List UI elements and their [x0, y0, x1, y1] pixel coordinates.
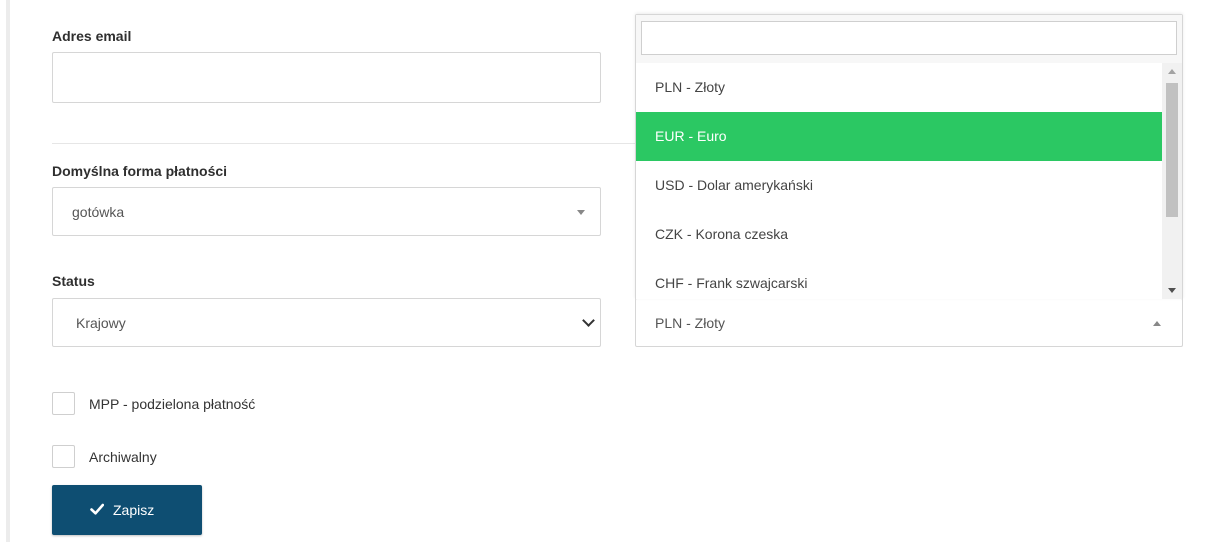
currency-dropdown: PLN - Złoty EUR - Euro USD - Dolar amery… [635, 14, 1183, 299]
section-divider [52, 143, 652, 144]
currency-search-input[interactable] [641, 21, 1177, 55]
mpp-label: MPP - podzielona płatność [89, 396, 256, 412]
payment-method-label: Domyślna forma płatności [52, 163, 228, 179]
scroll-down-icon[interactable] [1168, 288, 1176, 293]
dropdown-scrollbar[interactable] [1162, 63, 1182, 299]
email-field[interactable] [52, 52, 601, 103]
save-button[interactable]: Zapisz [52, 485, 202, 535]
caret-up-icon [1153, 321, 1161, 326]
currency-option-chf[interactable]: CHF - Frank szwajcarski [636, 259, 1162, 299]
scrollbar-thumb[interactable] [1166, 83, 1178, 217]
currency-option-czk[interactable]: CZK - Korona czeska [636, 210, 1162, 259]
dropdown-search-area [636, 15, 1182, 63]
customer-form-page: Adres email Domyślna forma płatności got… [0, 0, 1205, 542]
payment-method-select[interactable]: gotówka [52, 187, 601, 236]
archived-checkbox[interactable] [52, 445, 75, 468]
scroll-up-icon[interactable] [1168, 69, 1176, 74]
left-border [6, 0, 10, 542]
currency-select[interactable]: PLN - Złoty [635, 298, 1183, 347]
mpp-checkbox[interactable] [52, 392, 75, 415]
currency-option-eur[interactable]: EUR - Euro [636, 112, 1162, 161]
currency-options-list: PLN - Złoty EUR - Euro USD - Dolar amery… [636, 63, 1162, 299]
payment-method-value: gotówka [72, 203, 125, 220]
currency-option-usd[interactable]: USD - Dolar amerykański [636, 161, 1162, 210]
chevron-down-icon [582, 314, 595, 327]
currency-option-pln[interactable]: PLN - Złoty [636, 63, 1162, 112]
status-label: Status [52, 273, 95, 289]
check-icon [90, 503, 104, 515]
archived-label: Archiwalny [89, 449, 157, 465]
status-select[interactable]: Krajowy [52, 298, 601, 347]
email-label: Adres email [52, 28, 132, 44]
currency-value: PLN - Złoty [655, 314, 726, 331]
caret-down-icon [577, 210, 585, 215]
status-value: Krajowy [76, 314, 126, 331]
save-button-label: Zapisz [113, 502, 155, 518]
